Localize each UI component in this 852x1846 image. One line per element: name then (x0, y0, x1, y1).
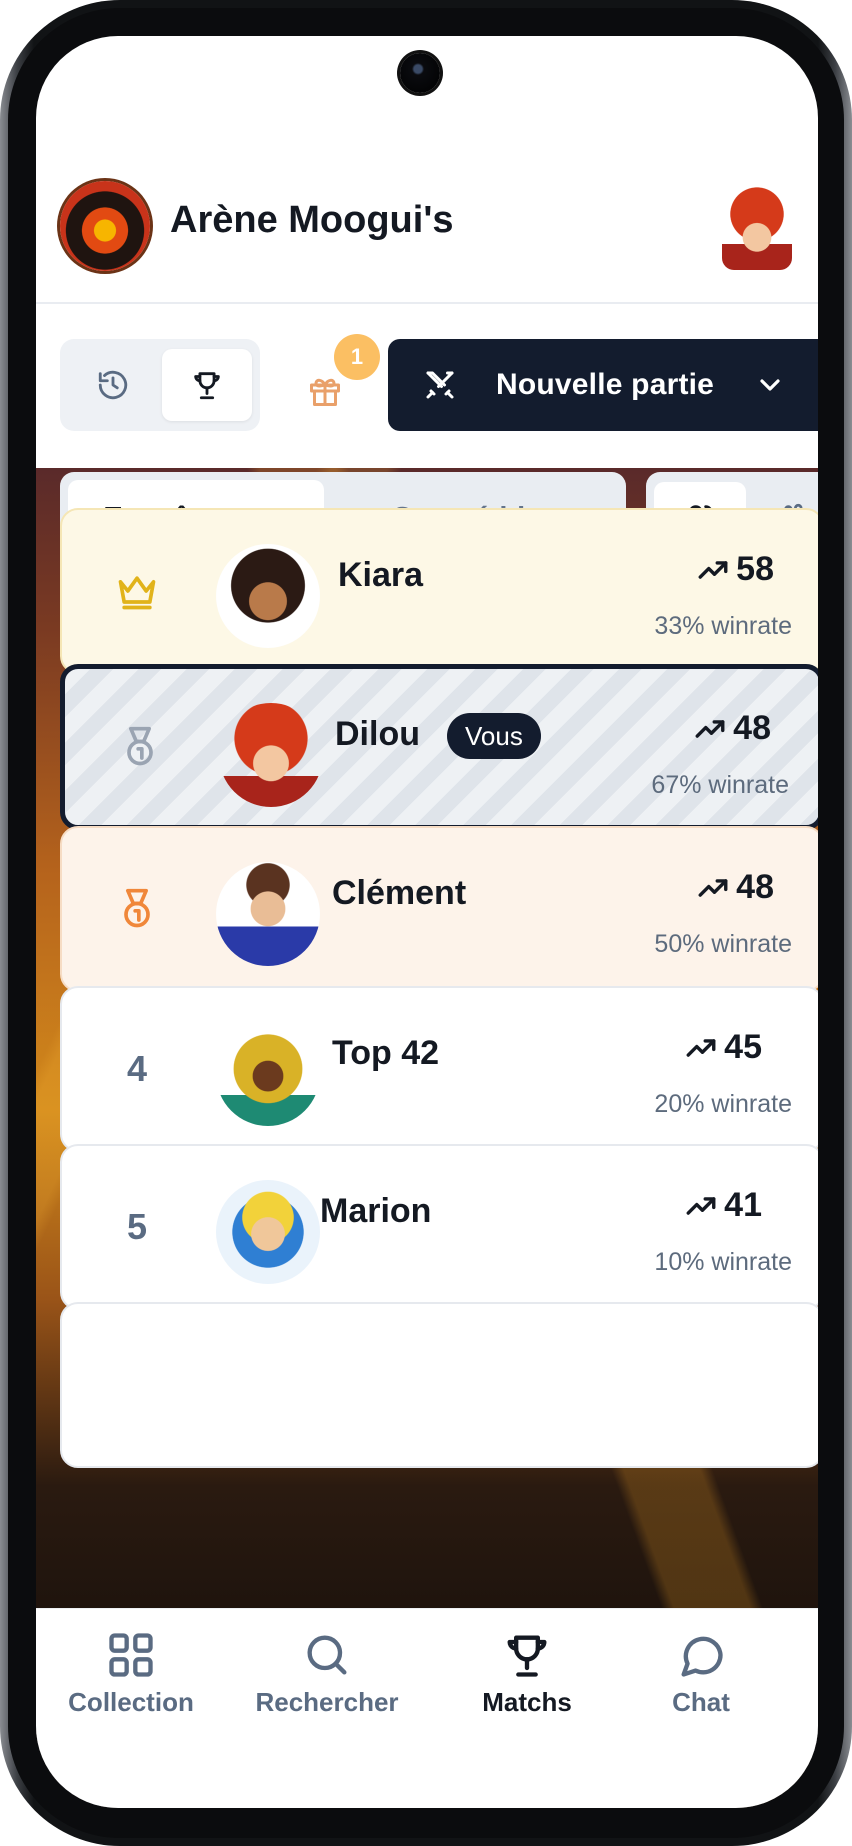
app-header: Arène Moogui's (36, 136, 818, 304)
nav-chat[interactable]: Chat (606, 1629, 796, 1739)
score-value: 45 (724, 1028, 762, 1066)
rank-number: 5 (126, 1206, 148, 1247)
app-screen: Arène Moogui's 1 Nouvelle partie Kiara 5… (36, 36, 818, 1808)
new-game-label: Nouvelle partie (496, 368, 715, 401)
trending-up-icon (686, 1038, 716, 1057)
rank-cell (62, 828, 212, 990)
leaderboard-row[interactable]: 4 Top 42 45 20% winrate (60, 986, 818, 1152)
score: 48 (696, 868, 774, 907)
avatar (216, 862, 320, 966)
you-badge: Vous (447, 713, 541, 759)
search-icon (307, 1635, 347, 1675)
app-logo[interactable] (60, 181, 150, 271)
leaderboard-button[interactable] (162, 349, 252, 421)
crown-icon (118, 576, 156, 610)
player-name: Dilou (335, 715, 420, 753)
trending-up-icon (698, 878, 728, 897)
winrate: 10% winrate (654, 1248, 792, 1276)
nav-collection[interactable]: Collection (36, 1629, 226, 1739)
leaderboard-row[interactable]: Clément 48 50% winrate (60, 826, 818, 992)
score: 58 (696, 550, 774, 589)
nav-label: Matchs (482, 1687, 572, 1717)
score-value: 58 (736, 550, 774, 588)
history-button[interactable] (68, 349, 158, 421)
silver-medal-icon (127, 726, 153, 766)
player-name: Kiara (338, 556, 424, 594)
history-icon (98, 370, 128, 400)
rank-cell (62, 510, 212, 672)
leaderboard-row[interactable]: Kiara 58 33% winrate (60, 508, 818, 674)
player-name: Top 42 (332, 1034, 440, 1072)
rank-number: 4 (126, 1048, 148, 1089)
toolbar: 1 Nouvelle partie (36, 304, 818, 468)
winrate: 33% winrate (654, 612, 792, 640)
score: 45 (684, 1028, 762, 1067)
chat-bubble-icon (681, 1636, 723, 1677)
app-title: Arène Moogui's (170, 199, 454, 241)
leaderboard-row[interactable]: 5 Marion 41 10% winrate (60, 1144, 818, 1310)
avatar (216, 1180, 320, 1284)
nav-search[interactable]: Rechercher (232, 1629, 422, 1739)
rank-cell: 4 (62, 988, 212, 1150)
avatar (219, 703, 323, 807)
bottom-navigation: Collection Rechercher Matchs Chat (36, 1608, 818, 1808)
score: 41 (684, 1186, 762, 1225)
player-name: Clément (332, 874, 467, 912)
chevron-down-icon[interactable] (754, 369, 786, 401)
winrate: 67% winrate (651, 771, 789, 799)
bronze-medal-icon (124, 888, 150, 928)
nav-matchs[interactable]: Matchs (432, 1629, 622, 1739)
view-toggle (60, 339, 260, 431)
rank-cell (65, 669, 215, 825)
score-value: 48 (733, 709, 771, 747)
winrate: 20% winrate (654, 1090, 792, 1118)
trending-up-icon (698, 560, 728, 579)
leaderboard-row[interactable] (60, 1302, 818, 1468)
gift-icon (310, 378, 340, 406)
new-game-button[interactable]: Nouvelle partie (388, 339, 818, 431)
trending-up-icon (695, 719, 725, 738)
nav-label: Chat (672, 1687, 730, 1717)
nav-label: Collection (68, 1687, 194, 1717)
grid-icon (109, 1633, 153, 1677)
profile-avatar[interactable] (722, 184, 792, 270)
trophy-icon (507, 1635, 547, 1677)
score-value: 41 (724, 1186, 762, 1224)
winrate: 50% winrate (654, 930, 792, 958)
trophy-icon (194, 372, 220, 400)
crossed-swords-icon (426, 371, 454, 399)
leaderboard-row-you[interactable]: Dilou Vous 48 67% winrate (60, 664, 818, 830)
score: 48 (693, 709, 771, 748)
gift-count-badge: 1 (334, 334, 380, 380)
avatar (216, 1022, 320, 1126)
score-value: 48 (736, 868, 774, 906)
rank-cell: 5 (62, 1146, 212, 1308)
trending-up-icon (686, 1196, 716, 1215)
nav-label: Rechercher (255, 1687, 399, 1717)
avatar (216, 544, 320, 648)
player-name: Marion (320, 1192, 432, 1230)
front-camera (400, 53, 440, 93)
